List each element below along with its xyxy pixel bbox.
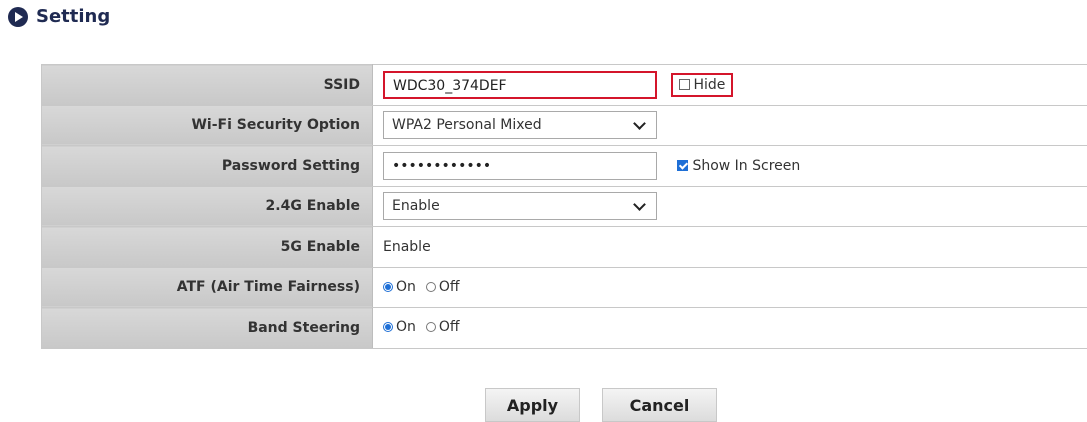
atf-off-option[interactable]: Off [426, 279, 460, 295]
hide-toggle[interactable]: Hide [671, 73, 733, 97]
ssid-label: SSID [42, 65, 373, 106]
cancel-button[interactable]: Cancel [602, 388, 717, 422]
hide-label: Hide [693, 77, 725, 93]
band-on-option[interactable]: On [383, 319, 416, 335]
g24-label: 2.4G Enable [42, 186, 373, 227]
atf-label: ATF (Air Time Fairness) [42, 267, 373, 308]
password-input[interactable]: •••••••••••• [383, 152, 657, 180]
band-off-label: Off [439, 319, 460, 335]
security-select[interactable]: WPA2 Personal Mixed [383, 111, 657, 139]
g24-select[interactable]: Enable [383, 192, 657, 220]
atf-on-label: On [396, 279, 416, 295]
atf-radio-group: On Off [383, 279, 460, 295]
row-5g: 5G Enable Enable [42, 227, 1087, 268]
row-atf: ATF (Air Time Fairness) On Off [42, 267, 1087, 308]
band-off-radio[interactable] [426, 322, 436, 332]
section-header: Setting [8, 6, 110, 27]
row-password: Password Setting •••••••••••• Show In Sc… [42, 146, 1087, 187]
band-on-label: On [396, 319, 416, 335]
row-security: Wi-Fi Security Option WPA2 Personal Mixe… [42, 105, 1087, 146]
band-label: Band Steering [42, 308, 373, 349]
show-in-screen-checkbox[interactable] [677, 160, 688, 171]
row-ssid: SSID WDC30_374DEF Hide [42, 65, 1087, 106]
band-radio-group: On Off [383, 319, 460, 335]
atf-off-label: Off [439, 279, 460, 295]
row-24g: 2.4G Enable Enable [42, 186, 1087, 227]
security-label: Wi-Fi Security Option [42, 105, 373, 146]
action-buttons: Apply Cancel [485, 388, 717, 422]
g5-label: 5G Enable [42, 227, 373, 268]
band-off-option[interactable]: Off [426, 319, 460, 335]
ssid-input[interactable]: WDC30_374DEF [383, 71, 657, 99]
apply-button[interactable]: Apply [485, 388, 580, 422]
atf-on-radio[interactable] [383, 282, 393, 292]
g24-select-value: Enable [392, 198, 440, 214]
hide-checkbox[interactable] [679, 79, 690, 90]
settings-table: SSID WDC30_374DEF Hide Wi-Fi Security Op… [41, 64, 1087, 349]
band-on-radio[interactable] [383, 322, 393, 332]
atf-off-radio[interactable] [426, 282, 436, 292]
play-circle-icon [8, 7, 28, 27]
password-label: Password Setting [42, 146, 373, 187]
chevron-down-icon [633, 198, 646, 211]
show-in-screen-toggle[interactable]: Show In Screen [677, 158, 800, 174]
row-band-steering: Band Steering On Off [42, 308, 1087, 349]
g5-value: Enable [373, 227, 1087, 268]
atf-on-option[interactable]: On [383, 279, 416, 295]
security-select-value: WPA2 Personal Mixed [392, 117, 542, 133]
page-title: Setting [36, 6, 110, 27]
chevron-down-icon [633, 117, 646, 130]
show-in-screen-label: Show In Screen [692, 158, 800, 174]
